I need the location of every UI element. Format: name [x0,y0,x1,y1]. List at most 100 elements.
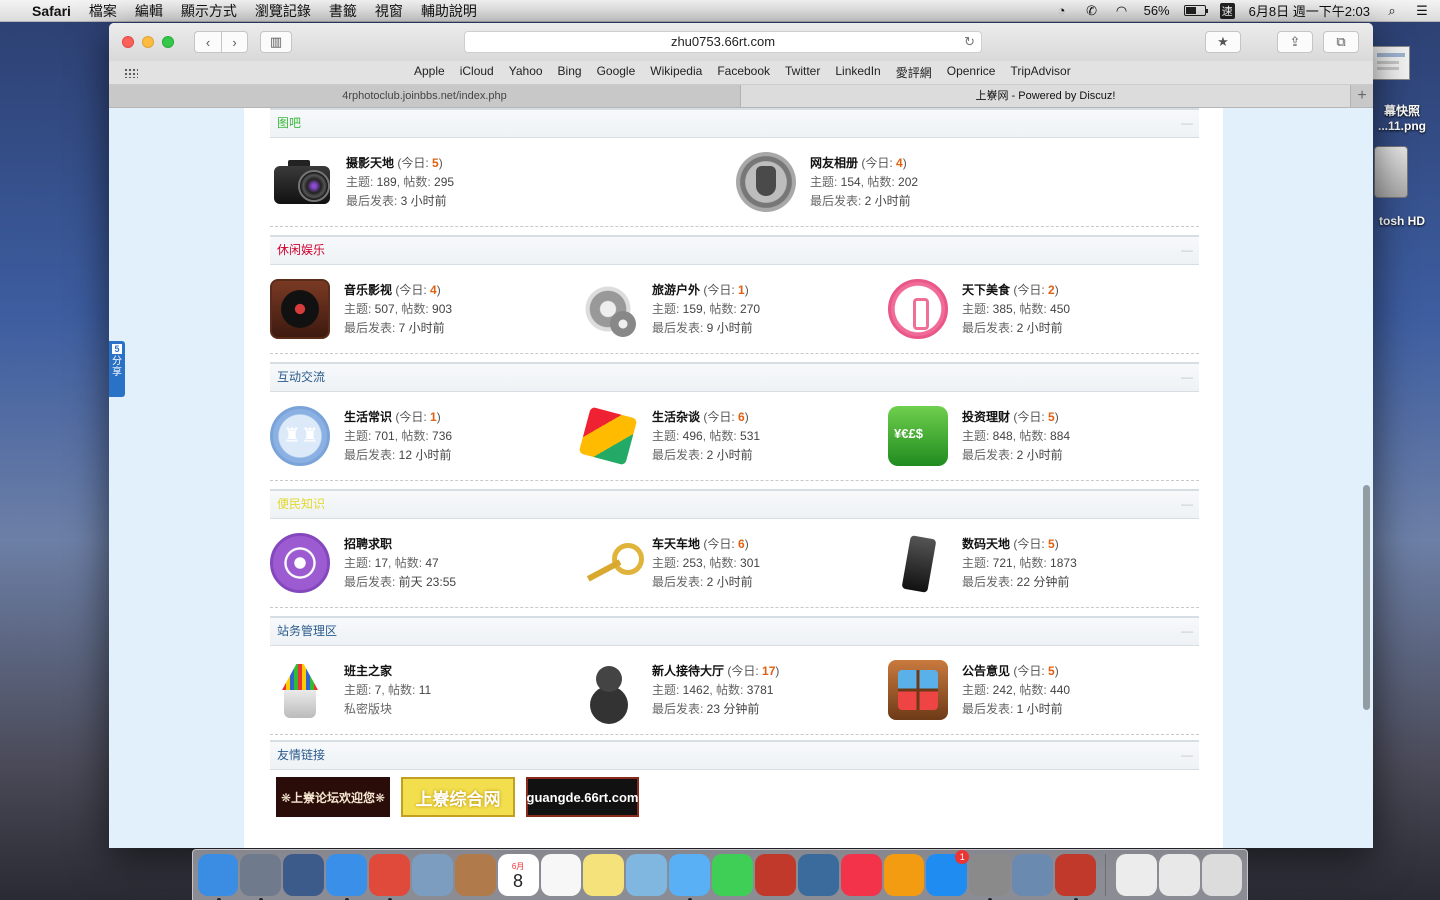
dock-chrome-icon[interactable] [369,854,410,900]
forum-name[interactable]: 旅游户外 [652,283,700,297]
dock-dashboard-icon[interactable] [283,854,325,896]
dock-downloads-icon[interactable] [1115,854,1157,896]
forum-name[interactable]: 天下美食 [962,283,1010,297]
forum-name[interactable]: 摄影天地 [346,156,394,170]
collapse-icon[interactable]: — [1181,491,1193,518]
sidebar-toggle-button[interactable]: ▥ [260,31,292,53]
dock-messages-icon[interactable] [669,854,710,900]
time-machine-icon[interactable]: ◔ [1054,3,1070,18]
collapse-icon[interactable]: — [1181,364,1193,391]
category-title[interactable]: 休闲娱乐 [277,243,325,257]
pencils-icon[interactable] [270,660,330,720]
tab-overview-button[interactable]: ⧉ [1323,31,1359,53]
key-icon[interactable] [578,533,644,593]
forward-button[interactable]: › [221,31,248,53]
collapse-icon[interactable]: — [1181,618,1193,645]
dock-launchpad-icon[interactable] [240,854,282,900]
forum-last-post[interactable]: 最后发表: 2 小时前 [652,446,760,465]
dock-finder-icon[interactable] [197,854,239,900]
favorite-link[interactable]: LinkedIn [835,64,880,81]
menu-edit[interactable]: 編輯 [135,1,163,21]
forum-name[interactable]: 新人接待大厅 [652,664,724,678]
forum-last-post[interactable]: 最后发表: 前天 23:55 [344,573,456,592]
menu-file[interactable]: 檔案 [89,1,117,21]
forum-last-post[interactable]: 最后发表: 9 小时前 [652,319,760,338]
back-button[interactable]: ‹ [194,31,221,53]
input-method-icon[interactable]: 速 [1219,2,1235,19]
collapse-icon[interactable]: — [1181,237,1193,264]
reload-icon[interactable]: ↻ [964,32,975,52]
notification-center-icon[interactable]: ☰ [1414,3,1430,18]
forum-last-post[interactable]: 最后发表: 12 小时前 [344,446,452,465]
desktop-hard-drive-label[interactable]: tosh HD [1362,214,1440,228]
forum-last-post[interactable]: 最后发表: 23 分钟前 [652,700,779,719]
share-sidebar-widget[interactable]: 5 分享 [109,341,125,397]
forum-name[interactable]: 数码天地 [962,537,1010,551]
dock-system-preferences-icon[interactable] [969,854,1011,900]
desktop-screenshot-file-icon[interactable] [1372,46,1410,80]
category-title[interactable]: 站务管理区 [277,624,337,638]
dock-preview-icon[interactable] [411,854,453,896]
forum-last-post[interactable]: 最后发表: 2 小时前 [962,446,1070,465]
category-title[interactable]: 图吧 [277,116,301,130]
forum-last-post[interactable]: 最后发表: 1 小时前 [962,700,1070,719]
phone-icon[interactable] [888,533,948,593]
favorite-link[interactable]: Google [597,64,636,81]
camera-icon[interactable] [272,152,332,212]
user-gray-icon[interactable] [736,152,796,212]
page-scrollbar[interactable] [1363,485,1370,710]
dock-iphoto-icon[interactable] [797,854,839,896]
reader-view-button[interactable]: ★ [1205,31,1241,53]
tab-active-discuz[interactable]: 上嶚网 - Powered by Discuz! [741,85,1351,107]
dock-contacts-icon[interactable] [454,854,496,896]
favorite-link[interactable]: Bing [558,64,582,81]
gear-icon[interactable] [578,279,638,339]
forum-name[interactable]: 生活杂谈 [652,410,700,424]
dock-app-store-icon[interactable]: 1 [926,850,970,896]
dock-utilities-icon[interactable] [1012,854,1053,896]
forum-last-post[interactable]: 最后发表: 2 小时前 [652,573,760,592]
tab-4rphotoclub[interactable]: 4rphotoclub.joinbbs.net/index.php [109,85,741,107]
link-banner-forum[interactable]: ❋上嶚论坛欢迎您❋ [276,777,390,817]
phone-icon[interactable]: ✆ [1084,3,1100,18]
share-button[interactable]: ⇪ [1277,31,1313,53]
rubik-cube-icon[interactable] [578,406,638,466]
dock-notes-icon[interactable] [583,854,625,896]
forum-name[interactable]: 招聘求职 [344,537,392,551]
forum-name[interactable]: 车天车地 [652,537,700,551]
dock-safari-icon[interactable] [326,854,367,900]
forum-last-post[interactable]: 最后发表: 3 小时前 [346,192,454,211]
forum-last-post[interactable]: 最后发表: 2 小时前 [810,192,918,211]
link-banner-guangde[interactable]: guangde.66rt.com [526,777,639,817]
favorite-link[interactable]: Apple [414,64,445,81]
forum-last-post[interactable]: 最后发表: 2 小时前 [962,319,1070,338]
spotlight-search-icon[interactable]: ⌕ [1384,3,1400,18]
top-sites-grid-icon[interactable] [124,68,138,78]
favorite-link[interactable]: Wikipedia [650,64,702,81]
apps-icon[interactable] [888,660,948,720]
dock-facetime-icon[interactable] [712,854,753,896]
forum-name[interactable]: 公告意见 [962,664,1010,678]
link-banner-portal[interactable]: 上嶚综合网 [401,777,515,817]
castle-icon[interactable] [270,406,330,466]
menu-window[interactable]: 視窗 [375,1,403,21]
dock-itunes-icon[interactable] [840,854,882,896]
favorite-link[interactable]: iCloud [460,64,494,81]
menu-view[interactable]: 顯示方式 [181,1,237,21]
wifi-icon[interactable]: ◠ [1114,3,1130,18]
forum-last-post[interactable]: 最后发表: 7 小时前 [344,319,452,338]
collapse-icon[interactable]: — [1181,110,1193,137]
favorite-link[interactable]: Facebook [717,64,770,81]
forum-name[interactable]: 班主之家 [344,664,392,678]
favorite-link[interactable]: Twitter [785,64,820,81]
collapse-icon[interactable]: — [1181,742,1193,769]
desktop-screenshot-file-label[interactable]: 幕快照 ...11.png [1362,102,1440,133]
person-icon[interactable] [578,660,638,720]
web-icon[interactable] [270,533,330,593]
dock-maps-icon[interactable] [626,854,668,896]
desktop-hard-drive-icon[interactable] [1374,146,1408,198]
close-window-button[interactable] [122,36,134,48]
forum-last-post[interactable]: 最后发表: 22 分钟前 [962,573,1077,592]
menubar-clock[interactable]: 6月8日 週一下午2:03 [1249,1,1370,20]
dock-docs-icon[interactable] [1158,854,1200,896]
